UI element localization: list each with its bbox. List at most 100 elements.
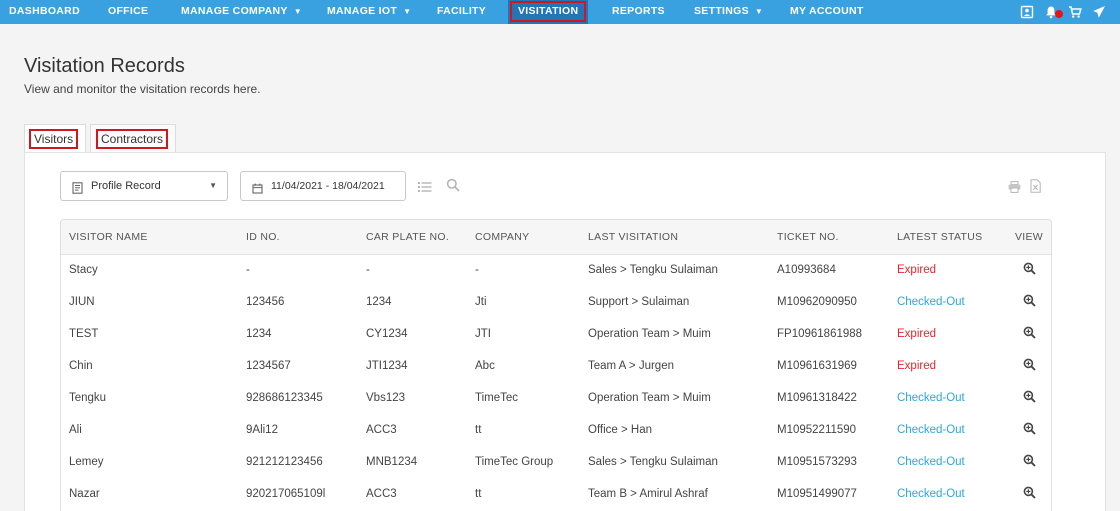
- visitor-name-cell: TEST: [69, 328, 99, 340]
- visitor-name-cell: Tengku: [69, 392, 107, 404]
- nav-label: FACILITY: [437, 5, 487, 17]
- column-header-visitor-name[interactable]: VISITOR NAME: [61, 220, 238, 255]
- caret-down-icon: ▼: [754, 7, 764, 16]
- table-header-row: VISITOR NAME ID NO. CAR PLATE NO. COMPAN…: [61, 220, 1051, 255]
- id-card-icon[interactable]: [1020, 5, 1034, 19]
- nav-label: DASHBOARD: [9, 5, 80, 17]
- zoom-in-icon[interactable]: [1023, 390, 1036, 406]
- ticket-no-cell: M10951573293: [777, 456, 857, 468]
- nav-item-reports[interactable]: REPORTS: [612, 0, 665, 24]
- rocket-icon[interactable]: [1092, 5, 1106, 19]
- content-panel: Profile Record ▼ 11/04/2021 - 18/04/2021…: [24, 152, 1106, 511]
- visitor-name-cell: Lemey: [69, 456, 104, 468]
- list-view-icon[interactable]: [418, 180, 432, 198]
- caret-down-icon: ▼: [209, 181, 217, 190]
- company-cell: Abc: [475, 360, 495, 372]
- column-header-ticket-no[interactable]: TICKET NO.: [769, 220, 889, 255]
- print-icon[interactable]: [1008, 180, 1021, 198]
- company-cell: tt: [475, 488, 482, 500]
- column-header-last-visitation[interactable]: LAST VISITATION: [580, 220, 769, 255]
- nav-item-office[interactable]: OFFICE: [108, 0, 148, 24]
- column-header-latest-status[interactable]: LATEST STATUS: [889, 220, 1005, 255]
- nav-item-dashboard[interactable]: DASHBOARD: [9, 0, 80, 24]
- company-cell: JTI: [475, 328, 491, 340]
- visitor-name-cell: JIUN: [69, 296, 95, 308]
- view-cell: [1005, 478, 1051, 510]
- ticket-no-cell: FP10961861988: [777, 328, 863, 340]
- notification-dot: [1055, 10, 1063, 18]
- nav-item-manage-iot[interactable]: MANAGE IOT ▼: [327, 0, 411, 24]
- view-cell: [1005, 286, 1051, 318]
- bell-icon[interactable]: [1044, 5, 1063, 19]
- ticket-no-cell: M10952211590: [777, 424, 857, 436]
- tab-visitors[interactable]: Visitors: [24, 124, 86, 153]
- date-range-picker[interactable]: 11/04/2021 - 18/04/2021: [240, 171, 406, 201]
- record-type-select[interactable]: Profile Record ▼: [60, 171, 228, 201]
- document-icon: [72, 181, 83, 199]
- zoom-in-icon[interactable]: [1023, 326, 1036, 342]
- zoom-in-icon[interactable]: [1023, 422, 1036, 438]
- excel-export-icon[interactable]: [1030, 179, 1041, 198]
- table-row[interactable]: Nazar 920217065109l ACC3 tt Team B > Amirul …: [61, 478, 1051, 510]
- nav-item-visitation[interactable]: VISITATION: [508, 0, 589, 24]
- nav-label: REPORTS: [612, 5, 665, 17]
- ticket-no-cell: M10961318422: [777, 392, 857, 404]
- tab-contractors[interactable]: Contractors: [90, 124, 176, 153]
- car-plate-cell: JTI1234: [366, 360, 408, 372]
- car-plate-cell: ACC3: [366, 424, 397, 436]
- zoom-in-icon[interactable]: [1023, 454, 1036, 470]
- nav-item-facility[interactable]: FACILITY: [437, 0, 486, 24]
- top-navigation-bar: DASHBOARD OFFICE MANAGE COMPANY ▼ MANAGE …: [0, 0, 1120, 24]
- id-no-cell: 123456: [246, 296, 285, 308]
- car-plate-cell: ACC3: [366, 488, 397, 500]
- view-cell: [1005, 350, 1051, 382]
- table-row[interactable]: Lemey 921212123456 MNB1234 TimeTec Group Sal…: [61, 446, 1051, 478]
- cart-icon[interactable]: [1068, 5, 1082, 19]
- table-row[interactable]: TEST 1234 CY1234 JTI Operation Team > Muim FP…: [61, 318, 1051, 350]
- visitation-records-table: VISITOR NAME ID NO. CAR PLATE NO. COMPAN…: [60, 219, 1052, 511]
- car-plate-cell: CY1234: [366, 328, 408, 340]
- view-cell: [1005, 414, 1051, 446]
- nav-label: OFFICE: [108, 5, 149, 17]
- visitor-name-cell: Nazar: [69, 488, 100, 500]
- nav-label: MY ACCOUNT: [790, 5, 864, 17]
- table-row[interactable]: Chin 1234567 JTI1234 Abc Team A > Jurgen M109…: [61, 350, 1051, 382]
- column-header-id-no[interactable]: ID NO.: [238, 220, 358, 255]
- id-no-cell: 921212123456: [246, 456, 323, 468]
- column-header-company[interactable]: COMPANY: [467, 220, 580, 255]
- status-cell: Expired: [897, 264, 936, 277]
- status-cell: Checked-Out: [897, 296, 965, 308]
- status-cell: Expired: [897, 328, 936, 340]
- visitor-name-cell: Chin: [69, 360, 93, 372]
- last-visitation-cell: Operation Team > Muim: [588, 392, 711, 404]
- table-row[interactable]: Tengku 928686123345 Vbs123 TimeTec Operation…: [61, 382, 1051, 414]
- company-cell: TimeTec Group: [475, 456, 554, 468]
- status-cell: Checked-Out: [897, 392, 965, 404]
- id-no-cell: 1234: [246, 328, 272, 340]
- last-visitation-cell: Office > Han: [588, 424, 653, 436]
- zoom-in-icon[interactable]: [1023, 294, 1036, 310]
- date-range-value: 11/04/2021 - 18/04/2021: [271, 180, 385, 192]
- company-cell: tt: [475, 424, 482, 436]
- zoom-in-icon[interactable]: [1023, 358, 1036, 374]
- table-row[interactable]: Stacy - - - Sales > Tengku Sulaiman A10993684…: [61, 254, 1051, 286]
- table-row[interactable]: Ali 9Ali12 ACC3 tt Office > Han M10952211590 C…: [61, 414, 1051, 446]
- table-row[interactable]: JIUN 123456 1234 Jti Support > Sulaiman M1096…: [61, 286, 1051, 318]
- last-visitation-cell: Team A > Jurgen: [588, 360, 674, 372]
- nav-item-my-account[interactable]: MY ACCOUNT: [790, 0, 864, 24]
- last-visitation-cell: Sales > Tengku Sulaiman: [588, 264, 718, 277]
- company-cell: -: [475, 264, 479, 277]
- last-visitation-cell: Support > Sulaiman: [588, 296, 690, 308]
- view-cell: [1005, 446, 1051, 478]
- car-plate-cell: Vbs123: [366, 392, 406, 404]
- zoom-in-icon[interactable]: [1023, 486, 1036, 502]
- calendar-icon: [252, 181, 263, 199]
- car-plate-cell: MNB1234: [366, 456, 418, 468]
- column-header-car-plate[interactable]: CAR PLATE NO.: [358, 220, 467, 255]
- nav-item-manage-company[interactable]: MANAGE COMPANY ▼: [181, 0, 302, 24]
- nav-label: MANAGE IOT: [327, 5, 398, 17]
- zoom-in-icon[interactable]: [1023, 262, 1036, 278]
- search-icon[interactable]: [446, 178, 460, 197]
- nav-item-settings[interactable]: SETTINGS ▼: [694, 0, 763, 24]
- caret-down-icon: ▼: [293, 7, 302, 16]
